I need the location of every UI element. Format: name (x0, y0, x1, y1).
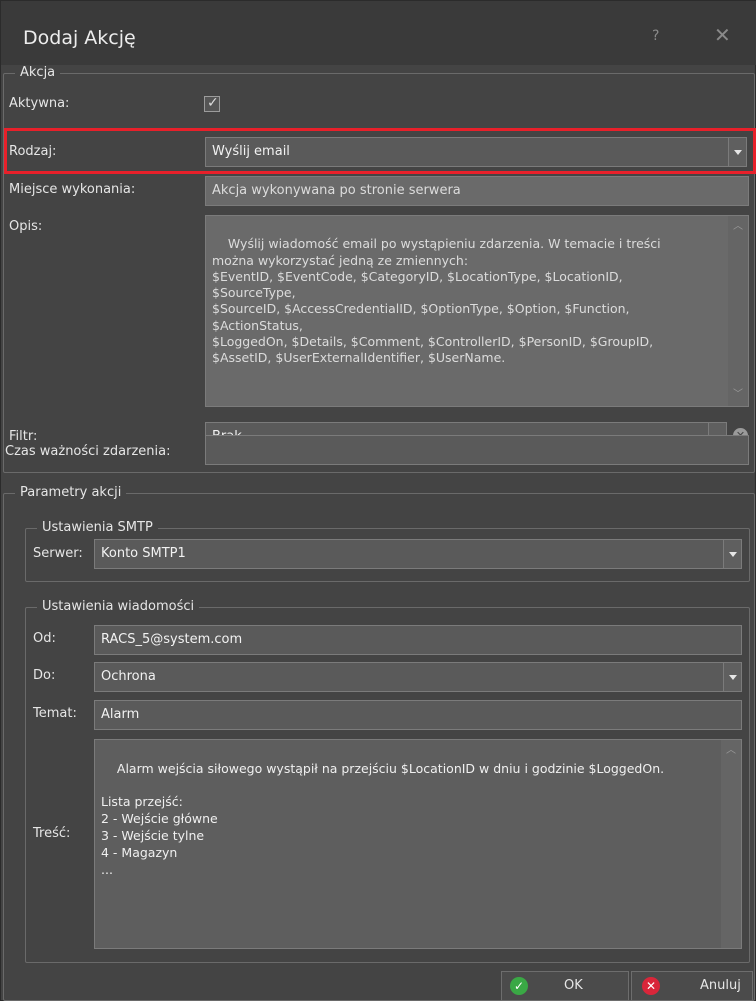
dialog-window: Dodaj Akcję ? ✕ Akcja Aktywna: ✓ Rodzaj:… (0, 0, 756, 1001)
scroll-up-icon[interactable]: ︿ (733, 222, 743, 232)
subject-field[interactable]: Alarm (94, 700, 742, 730)
help-icon[interactable]: ? (652, 28, 659, 44)
type-combobox[interactable]: Wyślij email (205, 137, 747, 167)
type-combobox-value: Wyślij email (212, 144, 290, 159)
to-label: Do: (33, 668, 56, 683)
close-icon[interactable]: ✕ (714, 23, 731, 47)
active-label: Aktywna: (9, 96, 70, 111)
scroll-down-icon[interactable]: ﹀ (733, 390, 743, 400)
cancel-icon: ✕ (642, 977, 660, 995)
subject-field-value: Alarm (101, 707, 140, 722)
execution-place-label: Miejsce wykonania: (9, 182, 136, 197)
message-group-legend: Ustawienia wiadomości (37, 599, 200, 615)
type-label: Rodzaj: (9, 144, 57, 159)
description-label: Opis: (9, 219, 43, 234)
body-label: Treść: (33, 826, 71, 841)
scroll-up-icon[interactable]: ︿ (726, 746, 736, 756)
server-combobox[interactable]: Konto SMTP1 (94, 539, 742, 569)
cancel-button[interactable]: ✕ Anuluj (631, 971, 753, 1001)
action-group-legend: Akcja (15, 65, 61, 81)
active-checkbox[interactable]: ✓ (204, 95, 220, 112)
smtp-group-legend: Ustawienia SMTP (37, 520, 158, 536)
description-text: Wyślij wiadomość email po wystąpieniu zd… (212, 236, 661, 366)
to-combobox-value: Ochrona (101, 669, 156, 684)
event-validity-label-text: Czas ważności zdarzenia: (5, 444, 171, 459)
check-icon: ✓ (510, 977, 528, 995)
from-field[interactable]: RACS_5@system.com (94, 625, 742, 655)
server-combobox-value: Konto SMTP1 (101, 546, 186, 561)
description-scrollbar[interactable]: ︿ ﹀ (728, 216, 748, 406)
execution-place-value: Akcja wykonywana po stronie serwera (212, 183, 461, 198)
server-label: Serwer: (33, 546, 83, 561)
event-validity-combobox-ghost (205, 435, 749, 465)
checkmark-icon: ✓ (207, 95, 219, 111)
execution-place-field: Akcja wykonywana po stronie serwera (205, 176, 749, 206)
from-label: Od: (33, 631, 56, 646)
from-field-value: RACS_5@system.com (101, 632, 243, 647)
body-memo[interactable]: Alarm wejścia siłowego wystąpił na przej… (94, 739, 742, 949)
dialog-title: Dodaj Akcję (23, 27, 136, 49)
cancel-button-label: Anuluj (700, 978, 741, 993)
params-group-legend: Parametry akcji (15, 485, 127, 501)
body-scrollbar[interactable]: ︿ (721, 740, 741, 948)
description-memo[interactable]: Wyślij wiadomość email po wystąpieniu zd… (205, 215, 749, 407)
ok-button[interactable]: ✓ OK (501, 971, 629, 1001)
body-text: Alarm wejścia siłowego wystąpił na przej… (101, 760, 665, 877)
to-combobox[interactable]: Ochrona (94, 662, 742, 692)
chevron-down-icon[interactable] (723, 540, 741, 568)
subject-label: Temat: (33, 706, 77, 721)
chevron-down-icon[interactable] (723, 663, 741, 691)
chevron-down-icon[interactable] (728, 138, 746, 166)
ok-button-label: OK (564, 978, 583, 993)
